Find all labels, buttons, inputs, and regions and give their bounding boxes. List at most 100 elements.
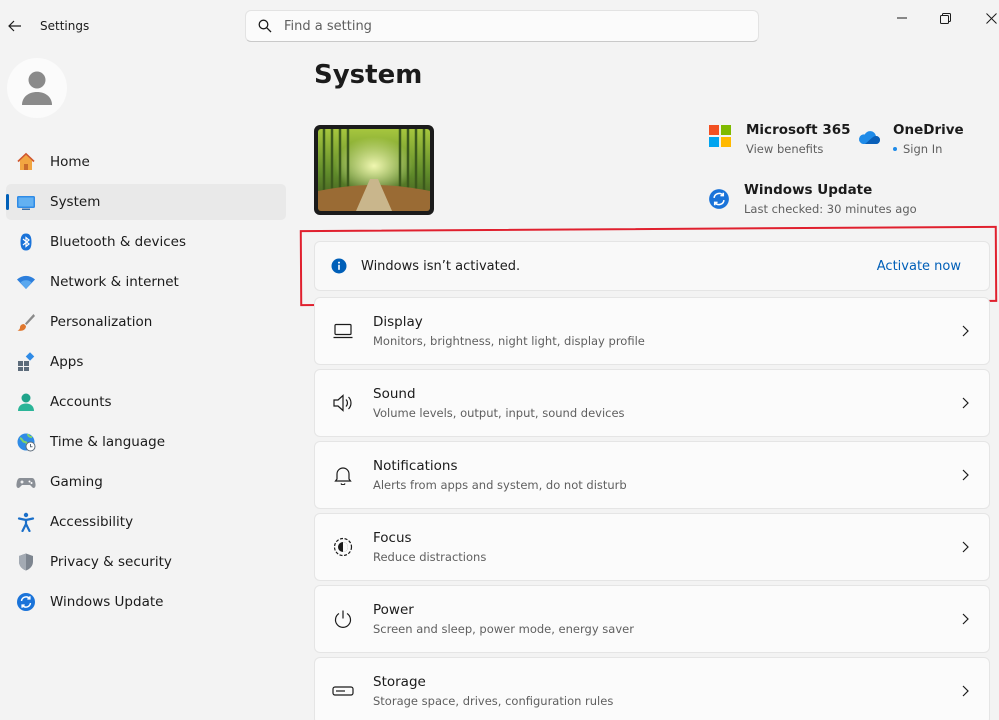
title-bar: Settings — [0, 0, 999, 52]
minimize-icon — [897, 17, 907, 19]
microsoft-logo-icon — [709, 125, 731, 147]
sidebar-item-label: Apps — [50, 354, 84, 370]
storage-icon — [331, 679, 355, 703]
settings-card-sound[interactable]: Sound Volume levels, output, input, soun… — [314, 369, 990, 437]
speaker-icon — [331, 391, 355, 415]
chevron-right-icon — [962, 613, 969, 625]
sidebar-item-gaming[interactable]: Gaming — [6, 464, 286, 500]
restore-icon — [939, 12, 951, 24]
back-button[interactable] — [6, 16, 24, 36]
quick-link-title: Microsoft 365 — [746, 122, 851, 138]
user-icon — [22, 71, 52, 105]
minimize-button[interactable] — [891, 8, 913, 28]
sidebar-item-label: Network & internet — [50, 274, 179, 290]
quick-link-title: Windows Update — [744, 182, 873, 198]
chevron-right-icon — [962, 397, 969, 409]
globe-icon — [16, 432, 36, 452]
sidebar-item-privacy[interactable]: Privacy & security — [6, 544, 286, 580]
card-subtitle: Volume levels, output, input, sound devi… — [373, 406, 625, 420]
card-title: Power — [373, 602, 414, 618]
sidebar-item-label: Home — [50, 154, 90, 170]
sidebar-item-label: Bluetooth & devices — [50, 234, 187, 250]
close-button[interactable] — [980, 8, 999, 28]
sidebar-item-network[interactable]: Network & internet — [6, 264, 286, 300]
card-title: Focus — [373, 530, 412, 546]
quick-link-subtitle: Sign In — [903, 142, 943, 156]
activation-message: Windows isn’t activated. — [361, 258, 521, 274]
onedrive-cloud-icon — [859, 131, 880, 144]
sidebar-item-label: Personalization — [50, 314, 153, 330]
quick-link-title: OneDrive — [893, 122, 964, 138]
settings-card-power[interactable]: Power Screen and sleep, power mode, ener… — [314, 585, 990, 653]
activation-banner: Windows isn’t activated. Activate now — [314, 241, 990, 291]
card-subtitle: Storage space, drives, configuration rul… — [373, 694, 614, 708]
apps-icon — [16, 352, 36, 372]
card-subtitle: Monitors, brightness, night light, displ… — [373, 334, 645, 348]
desktop-wallpaper-preview[interactable] — [314, 125, 434, 215]
status-dot — [893, 147, 897, 151]
info-icon — [331, 258, 347, 274]
user-avatar[interactable] — [7, 58, 67, 118]
settings-card-display[interactable]: Display Monitors, brightness, night ligh… — [314, 297, 990, 365]
card-title: Display — [373, 314, 423, 330]
sidebar-item-label: Privacy & security — [50, 554, 172, 570]
chevron-right-icon — [962, 469, 969, 481]
quick-link-subtitle: Last checked: 30 minutes ago — [744, 202, 917, 216]
accessibility-icon — [16, 512, 36, 532]
quick-link-windows-update[interactable]: Windows Update Last checked: 30 minutes … — [708, 182, 917, 216]
home-icon — [16, 152, 36, 172]
sidebar-item-windows-update[interactable]: Windows Update — [6, 584, 286, 620]
sidebar-item-label: Accounts — [50, 394, 112, 410]
sidebar-item-time-language[interactable]: Time & language — [6, 424, 286, 460]
bell-icon — [331, 463, 355, 487]
sidebar-item-accessibility[interactable]: Accessibility — [6, 504, 286, 540]
settings-card-focus[interactable]: Focus Reduce distractions — [314, 513, 990, 581]
card-title: Storage — [373, 674, 426, 690]
search-box[interactable] — [245, 10, 759, 42]
card-subtitle: Reduce distractions — [373, 550, 487, 564]
sidebar-item-bluetooth[interactable]: Bluetooth & devices — [6, 224, 286, 260]
search-input[interactable] — [284, 18, 724, 34]
settings-list: Display Monitors, brightness, night ligh… — [314, 297, 990, 720]
settings-card-storage[interactable]: Storage Storage space, drives, configura… — [314, 657, 990, 720]
power-icon — [331, 607, 355, 631]
sidebar-item-personalization[interactable]: Personalization — [6, 304, 286, 340]
wallpaper-image — [318, 129, 430, 211]
quick-link-subtitle-row: Sign In — [893, 142, 964, 156]
gamepad-icon — [16, 472, 36, 492]
search-icon — [258, 19, 272, 33]
chevron-right-icon — [962, 685, 969, 697]
sidebar-item-label: Time & language — [50, 434, 166, 450]
bluetooth-icon — [16, 232, 36, 252]
quick-link-subtitle: View benefits — [746, 142, 824, 156]
accounts-icon — [16, 392, 36, 412]
brush-icon — [16, 312, 36, 332]
sidebar-item-label: Accessibility — [50, 514, 134, 530]
sidebar-item-label: Windows Update — [50, 594, 164, 610]
wifi-icon — [16, 272, 36, 292]
system-icon — [16, 192, 36, 212]
card-subtitle: Screen and sleep, power mode, energy sav… — [373, 622, 634, 636]
quick-link-microsoft365[interactable]: Microsoft 365 View benefits — [708, 122, 851, 156]
quick-link-onedrive[interactable]: OneDrive Sign In — [857, 122, 964, 156]
back-arrow-icon — [8, 20, 21, 32]
update-icon — [709, 189, 729, 209]
update-icon — [16, 592, 36, 612]
settings-card-notifications[interactable]: Notifications Alerts from apps and syste… — [314, 441, 990, 509]
display-icon — [331, 319, 355, 343]
card-title: Notifications — [373, 458, 458, 474]
sidebar-item-home[interactable]: Home — [6, 144, 286, 180]
app-title: Settings — [40, 19, 90, 33]
card-subtitle: Alerts from apps and system, do not dist… — [373, 478, 627, 492]
restore-button[interactable] — [934, 8, 956, 28]
sidebar-item-accounts[interactable]: Accounts — [6, 384, 286, 420]
sidebar-nav: Home System Bluetooth & devices Network … — [6, 144, 286, 624]
sidebar-item-label: Gaming — [50, 474, 103, 490]
sidebar-item-apps[interactable]: Apps — [6, 344, 286, 380]
activate-now-link[interactable]: Activate now — [877, 259, 961, 274]
chevron-right-icon — [962, 325, 969, 337]
focus-icon — [331, 535, 355, 559]
sidebar-item-system[interactable]: System — [6, 184, 286, 220]
shield-icon — [16, 552, 36, 572]
page-title: System — [314, 60, 423, 90]
